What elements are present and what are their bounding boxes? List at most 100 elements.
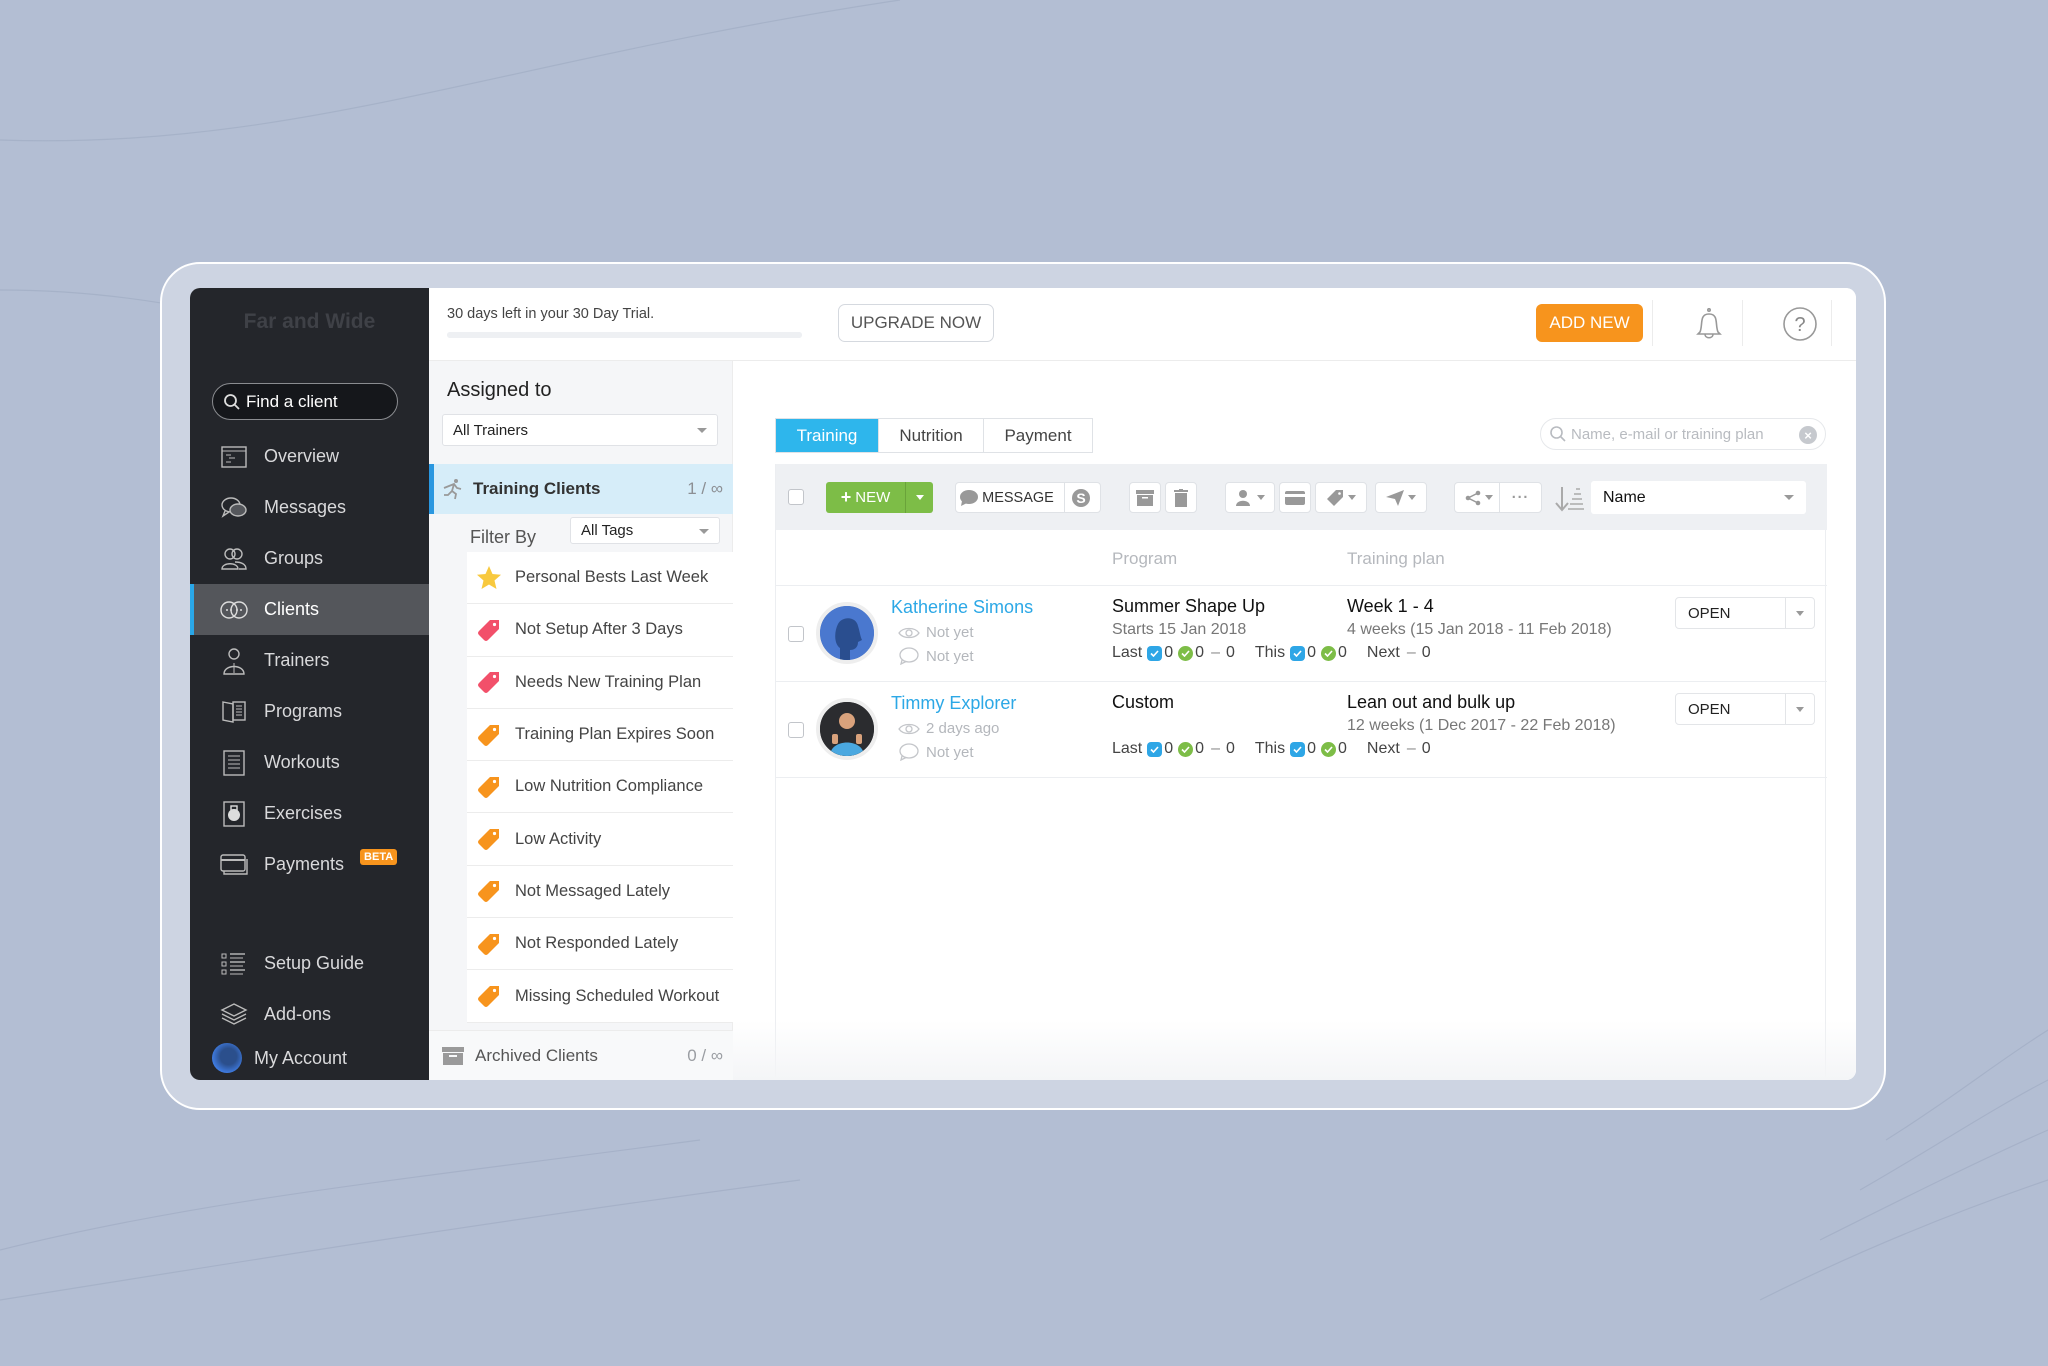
sidebar-item-addons[interactable]: Add-ons: [190, 989, 429, 1040]
upgrade-now-button[interactable]: UPGRADE NOW: [838, 304, 994, 342]
divider: [1742, 300, 1743, 346]
open-label: OPEN: [1676, 694, 1786, 724]
tag-filter-item[interactable]: Not Setup After 3 Days: [467, 604, 733, 657]
message-button[interactable]: MESSAGE S: [955, 482, 1101, 513]
program-name: Summer Shape Up: [1112, 596, 1266, 616]
tag-filter-select[interactable]: All Tags: [570, 517, 720, 544]
notifications-button[interactable]: [1689, 304, 1729, 344]
client-search-input[interactable]: Name, e-mail or training plan ×: [1540, 418, 1826, 450]
avatar: [816, 602, 878, 664]
add-new-button[interactable]: ADD NEW: [1536, 304, 1643, 342]
archive-button[interactable]: [1129, 482, 1161, 513]
last-seen: 2 days ago: [898, 720, 999, 737]
tag-filter-item[interactable]: Personal Bests Last Week: [467, 552, 733, 605]
select-all-checkbox[interactable]: [788, 489, 804, 505]
addons-icon: [220, 1001, 248, 1029]
table-row[interactable]: Timmy Explorer 2 days ago Not yet Custom…: [776, 682, 1827, 777]
sidebar-item-setup-guide[interactable]: Setup Guide: [190, 938, 429, 989]
tag-filter-item[interactable]: Low Activity: [467, 813, 733, 866]
tag-filter-item[interactable]: Low Nutrition Compliance: [467, 761, 733, 814]
send-icon: [1386, 489, 1404, 506]
tag-filter-item[interactable]: Training Plan Expires Soon: [467, 709, 733, 762]
payment-action-button[interactable]: [1279, 482, 1311, 513]
training-plan-range: 12 weeks (1 Dec 2017 - 22 Feb 2018): [1347, 717, 1616, 734]
client-name-link[interactable]: Katherine Simons: [891, 597, 1033, 618]
table-row[interactable]: Katherine Simons Not yet Not yet Summer …: [776, 586, 1827, 681]
svg-text:S: S: [1076, 490, 1085, 506]
chevron-down-icon: [699, 528, 709, 534]
tab-training[interactable]: Training: [776, 419, 879, 452]
find-client-placeholder: Find a client: [246, 391, 338, 411]
open-label: OPEN: [1676, 598, 1786, 628]
new-client-button[interactable]: + NEW: [826, 482, 933, 513]
client-name-link[interactable]: Timmy Explorer: [891, 693, 1016, 714]
archive-icon: [1136, 489, 1154, 506]
skype-button[interactable]: S: [1063, 483, 1097, 512]
sidebar-item-payments[interactable]: Payments BETA: [190, 839, 429, 890]
row-checkbox[interactable]: [788, 626, 804, 642]
row-checkbox[interactable]: [788, 722, 804, 738]
scheduled-check-icon: [1290, 741, 1306, 757]
open-client-button[interactable]: OPEN: [1675, 693, 1815, 725]
share-icon: [1465, 490, 1481, 505]
last-message-value: Not yet: [926, 743, 974, 761]
new-dropdown-toggle[interactable]: [906, 495, 933, 500]
archived-count: 0 / ∞: [687, 1045, 723, 1065]
trainer-select[interactable]: All Trainers: [442, 414, 718, 446]
payments-icon: [220, 851, 248, 879]
tag-filter-item[interactable]: Not Responded Lately: [467, 918, 733, 971]
open-dropdown-toggle[interactable]: [1786, 598, 1814, 628]
more-options-button[interactable]: ···: [1500, 490, 1541, 506]
training-clients-group[interactable]: Training Clients 1 / ∞: [429, 464, 733, 514]
trainers-icon: [220, 647, 248, 675]
completed-check-icon: [1178, 645, 1194, 661]
message-label: MESSAGE: [982, 489, 1054, 506]
completed-check-icon: [1321, 741, 1337, 757]
stat-value: 0: [1195, 740, 1205, 757]
archived-clients-group[interactable]: Archived Clients 0 / ∞: [429, 1030, 733, 1080]
tab-nutrition[interactable]: Nutrition: [879, 419, 984, 452]
brand-logo: Far and Wide: [243, 310, 376, 333]
client-filters-pane: Assigned to All Trainers Training Client…: [429, 361, 733, 1080]
sidebar-item-clients[interactable]: Clients: [190, 584, 429, 635]
tag-filter-item[interactable]: Missing Scheduled Workout: [467, 970, 733, 1023]
sidebar-item-workouts[interactable]: Workouts: [190, 737, 429, 788]
open-client-button[interactable]: OPEN: [1675, 597, 1815, 629]
open-dropdown-toggle[interactable]: [1786, 694, 1814, 724]
chevron-down-icon: [1796, 706, 1804, 712]
tag-filter-label: Low Nutrition Compliance: [515, 777, 704, 796]
sidebar-item-programs[interactable]: Programs: [190, 686, 429, 737]
sidebar-item-trainers[interactable]: Trainers: [190, 635, 429, 686]
tag-action-button[interactable]: [1315, 482, 1367, 513]
tag-icon: [1327, 489, 1343, 506]
program-start: Starts 15 Jan 2018: [1112, 621, 1247, 638]
trial-status-text: 30 days left in your 30 Day Trial.: [447, 306, 655, 322]
category-tabs: Training Nutrition Payment: [775, 418, 1093, 453]
stat-value: 0: [1307, 644, 1317, 661]
sort-direction-button[interactable]: [1554, 483, 1586, 513]
tag-filter-item[interactable]: Needs New Training Plan: [467, 657, 733, 709]
sidebar-item-exercises[interactable]: Exercises: [190, 788, 429, 839]
last-seen-value: 2 days ago: [926, 720, 1000, 737]
share-button[interactable]: [1455, 483, 1500, 512]
stat-value: 0: [1307, 740, 1317, 757]
send-action-button[interactable]: [1375, 482, 1427, 513]
delete-button[interactable]: [1165, 482, 1197, 513]
sidebar-item-groups[interactable]: Groups: [190, 533, 429, 584]
group-count: 1 / ∞: [687, 479, 723, 498]
my-account-link[interactable]: My Account: [212, 1043, 347, 1073]
sidebar-item-overview[interactable]: Overview: [190, 431, 429, 482]
sort-select[interactable]: Name: [1591, 481, 1806, 514]
find-client-input[interactable]: Find a client: [212, 383, 398, 420]
workout-stats: Last 0 0 – 0 This 0 0 Next – 0: [1112, 740, 1431, 758]
assigned-to-label: Assigned to: [447, 379, 552, 401]
tag-filter-label: Needs New Training Plan: [515, 672, 702, 691]
sidebar-item-messages[interactable]: Messages: [190, 482, 429, 533]
tab-payment[interactable]: Payment: [984, 419, 1092, 452]
clear-search-icon[interactable]: ×: [1799, 426, 1817, 444]
tag-filter-item[interactable]: Not Messaged Lately: [467, 866, 733, 919]
assign-trainer-button[interactable]: [1225, 482, 1275, 513]
filter-by-label: Filter By: [470, 527, 537, 547]
help-button[interactable]: ?: [1780, 304, 1820, 344]
completed-check-icon: [1321, 645, 1337, 661]
